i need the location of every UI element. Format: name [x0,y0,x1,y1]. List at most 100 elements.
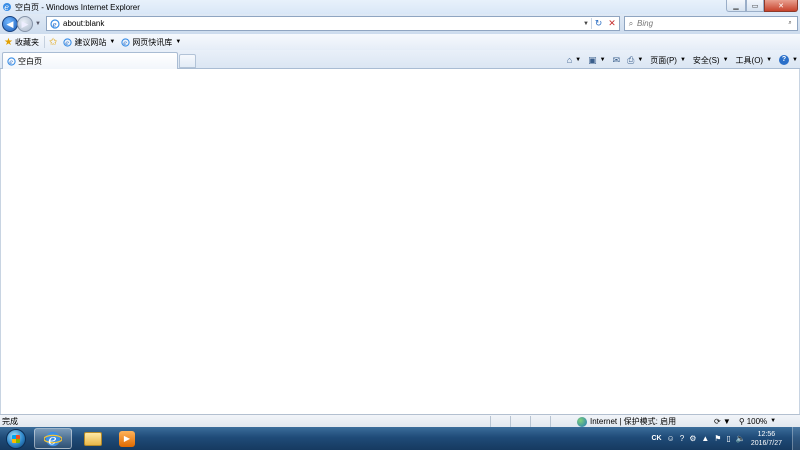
add-to-favorites-icon[interactable]: ✩ [49,37,57,48]
page-menu-label: 页面(P) [650,55,677,65]
status-separator [550,416,551,427]
taskbar-internet-explorer[interactable]: e [34,428,72,449]
help-icon[interactable]: ? [680,434,684,443]
svg-text:e: e [48,432,57,448]
page-menu[interactable]: 页面(P) ▼ [650,55,686,66]
safety-menu-label: 安全(S) [692,55,720,65]
globe-icon [577,416,587,427]
svg-text:e: e [66,40,70,47]
page-icon: e [63,37,72,47]
star-icon: ★ [4,36,13,48]
help-menu[interactable]: ? ▼ [779,55,798,65]
command-bar: ⌂ ▼ ▣ ▼ ✉ ⎙ ▼ 页面(P) ▼ 安全(S) ▼ 工具(O) ▼ ? … [560,53,798,67]
favorites-link-web-slice-gallery[interactable]: e 网页快讯库 ▼ [121,37,181,48]
read-mail-button[interactable]: ✉ [613,55,621,66]
svg-text:e: e [4,3,9,12]
help-icon: ? [779,55,790,65]
refresh-icon[interactable]: ↻ [591,18,605,29]
window-controls: ▁ ▭ ✕ [726,0,798,12]
search-input[interactable] [637,19,783,28]
chevron-down-icon: ▼ [792,57,798,63]
home-button[interactable]: ⌂ ▼ [567,55,581,65]
feeds-button[interactable]: ▣ ▼ [588,55,605,66]
zoom-control[interactable]: ⚲ 100% ▼ [739,417,776,426]
search-icon: ⌕ [628,18,634,28]
magnifier-icon: ⚲ [738,416,745,426]
title-bar[interactable]: e 空白页 - Windows Internet Explorer ▁ ▭ ✕ [0,0,800,14]
status-separator [530,416,531,427]
start-button[interactable] [2,427,30,450]
folder-icon [84,431,102,446]
chevron-down-icon: ▼ [175,39,182,45]
maximize-button[interactable]: ▭ [746,0,764,12]
safety-menu[interactable]: 安全(S) ▼ [693,55,729,66]
tools-menu-label: 工具(O) [735,55,764,65]
taskbar-media-player[interactable]: ▶ [108,428,146,449]
svg-text:e: e [124,40,128,47]
page-icon: e [50,18,60,28]
chevron-down-icon: ▼ [770,418,777,424]
network-icon[interactable]: ▯ [726,434,730,443]
chevron-down-icon: ▼ [766,57,773,63]
status-right-controls: ⟳ ▼ ⚲ 100% ▼ [714,415,776,427]
svg-text:e: e [9,59,13,66]
settings-icon[interactable]: ⚙ [689,434,696,443]
chevron-down-icon: ▼ [599,57,606,63]
show-hidden-icons-icon[interactable]: ▲ [701,434,709,443]
svg-text:e: e [53,20,57,28]
close-button[interactable]: ✕ [764,0,798,12]
address-dropdown-icon[interactable]: ▼ [581,21,591,27]
tools-menu[interactable]: 工具(O) ▼ [736,55,773,66]
clock-date: 2016/7/27 [750,439,782,447]
clock[interactable]: 12:56 2016/7/27 [751,430,782,448]
taskbar: e ▶ CK ☺ ? ⚙ ▲ ⚑ ▯ 🔈 12:56 2016/7/27 [0,427,800,450]
forward-arrow-icon: ▶ [21,18,29,29]
search-box[interactable]: ⌕ ⌕ [624,16,798,31]
internet-explorer-icon: e [3,3,11,12]
security-zone[interactable]: Internet | 保护模式: 启用 [577,416,676,427]
volume-icon[interactable]: 🔈 [736,434,746,443]
internet-explorer-icon: e [44,431,62,448]
favorites-button[interactable]: ★ 收藏夹 [4,37,39,48]
chevron-down-icon: ▼ [637,57,644,63]
home-icon: ⌂ [566,55,573,65]
forward-button[interactable]: ▶ [17,16,33,32]
mail-icon: ✉ [612,54,621,65]
language-indicator[interactable]: CK [651,435,661,442]
favorites-link-suggested-sites[interactable]: e 建议网站 ▼ [63,37,115,48]
recent-pages-dropdown-icon[interactable]: ▼ [35,21,41,27]
new-tab-button[interactable] [179,54,196,68]
address-bar[interactable]: e about:blank ▼ ↻ ✕ [46,16,620,31]
favorites-link-label: 建议网站 [74,37,107,47]
close-icon: ✕ [778,2,784,10]
change-zoom-icon[interactable]: ⟳ ▼ [714,417,731,426]
favorites-separator [43,36,45,48]
back-button[interactable]: ◀ [2,16,18,32]
minimize-button[interactable]: ▁ [726,0,746,12]
chevron-down-icon: ▼ [722,57,729,63]
page-content-area[interactable] [0,69,800,414]
taskbar-windows-explorer[interactable] [74,428,112,449]
stop-icon[interactable]: ✕ [605,18,619,29]
print-button[interactable]: ⎙ ▼ [627,55,643,66]
windows-logo-icon [6,428,26,449]
address-input[interactable]: about:blank [63,19,581,28]
tab-bar: e 空白页 ⌂ ▼ ▣ ▼ ✉ ⎙ ▼ 页面(P) ▼ 安全(S) ▼ 工具(O… [0,50,800,69]
status-text: 完成 [2,417,18,426]
status-bar: 完成 Internet | 保护模式: 启用 ⟳ ▼ ⚲ 100% ▼ [0,414,800,427]
status-separator [490,416,491,427]
input-method-icon[interactable]: ☺ [667,434,675,443]
zone-text: Internet | 保护模式: 启用 [590,417,677,426]
page-icon: e [121,37,130,47]
maximize-icon: ▭ [751,2,759,10]
favorites-bar: ★ 收藏夹 ✩ e 建议网站 ▼ e 网页快讯库 ▼ [0,34,800,50]
zoom-level: 100% [746,416,768,426]
action-center-flag-icon[interactable]: ⚑ [714,434,721,443]
chevron-down-icon: ▼ [575,57,582,63]
show-desktop-button[interactable] [792,427,800,450]
search-go-icon[interactable]: ⌕ [783,20,797,27]
chevron-down-icon: ▼ [679,57,686,63]
window-title: 空白页 - Windows Internet Explorer [15,2,140,12]
tab-blank-page[interactable]: e 空白页 [2,52,178,69]
favorites-label: 收藏夹 [14,37,39,47]
